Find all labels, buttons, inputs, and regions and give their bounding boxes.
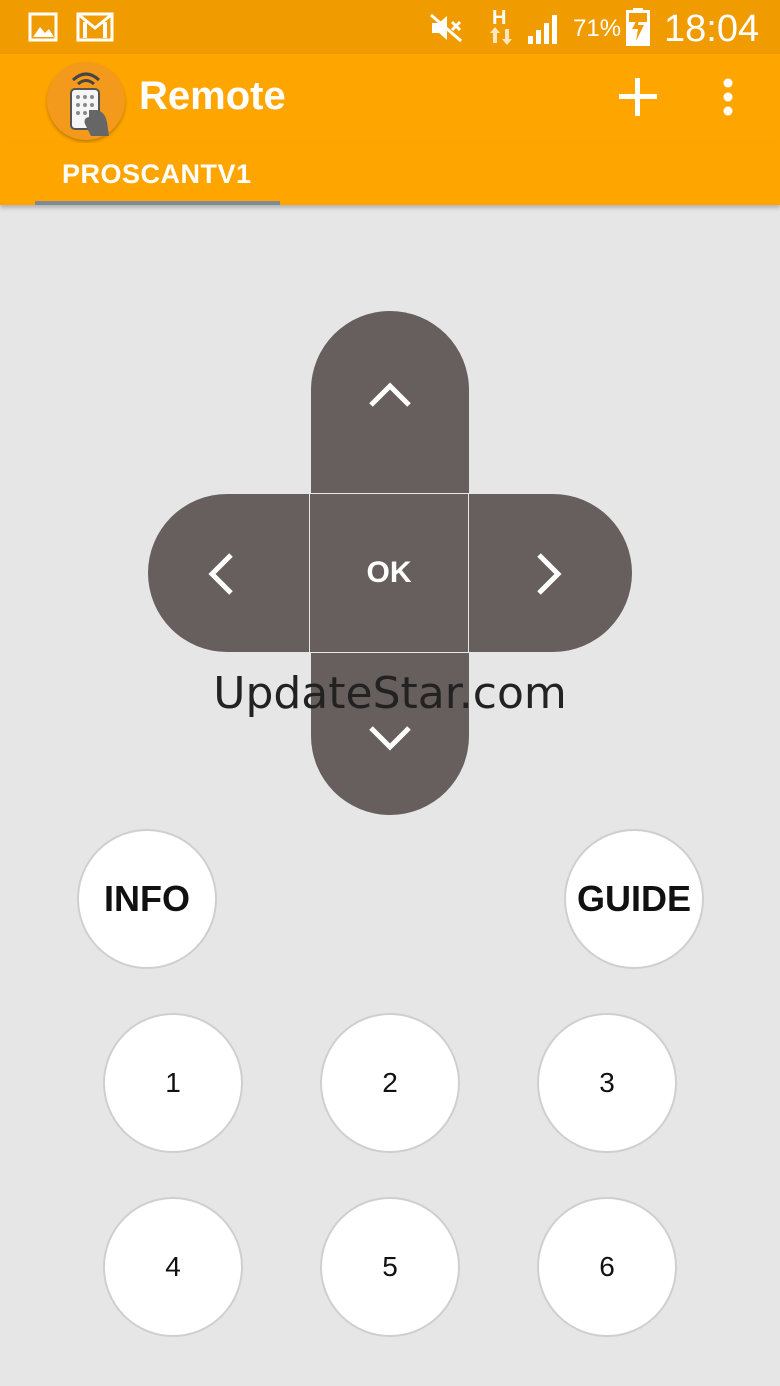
number-label: 4: [165, 1251, 181, 1282]
number-button-3[interactable]: 3: [537, 1013, 677, 1153]
network-type-label: H: [492, 7, 507, 29]
number-button-2[interactable]: 2: [320, 1013, 460, 1153]
guide-button[interactable]: GUIDE: [564, 829, 704, 969]
tab-label: PROSCANTV1: [62, 159, 252, 189]
gmail-icon: [76, 12, 114, 42]
action-bar: Remote: [0, 54, 780, 143]
dpad-up-button[interactable]: [311, 311, 469, 494]
chevron-left-icon: [208, 553, 233, 595]
number-label: 3: [599, 1067, 615, 1098]
clock: 18:04: [664, 8, 760, 50]
watermark: UpdateStar.com: [213, 668, 567, 719]
chevron-down-icon: [369, 726, 411, 751]
number-button-1[interactable]: 1: [103, 1013, 243, 1153]
dpad-right-button[interactable]: [469, 494, 632, 652]
info-label: INFO: [104, 878, 190, 919]
chevron-up-icon: [369, 382, 411, 407]
ok-label: OK: [366, 556, 412, 589]
number-button-4[interactable]: 4: [103, 1197, 243, 1337]
app-title: Remote: [139, 74, 286, 118]
guide-label: GUIDE: [576, 878, 691, 919]
status-bar: H 71% 18:04: [0, 0, 780, 54]
tab-selected-indicator: [35, 201, 280, 205]
signal-icon: [528, 15, 557, 44]
number-button-5[interactable]: 5: [320, 1197, 460, 1337]
network-arrows-icon: [490, 27, 512, 45]
number-label: 1: [165, 1067, 181, 1098]
number-label: 5: [382, 1251, 398, 1282]
dpad-left-button[interactable]: [148, 494, 311, 652]
tab-bar: PROSCANTV1: [0, 143, 780, 205]
remote-app-logo-icon[interactable]: [47, 62, 125, 140]
add-icon[interactable]: [615, 74, 661, 120]
battery-charging-icon: [626, 8, 650, 46]
number-label: 6: [599, 1251, 615, 1282]
dpad-ok-button[interactable]: OK: [309, 493, 469, 653]
gallery-icon: [28, 12, 58, 42]
battery-percent: 71%: [573, 15, 622, 42]
number-label: 2: [382, 1067, 398, 1098]
number-button-6[interactable]: 6: [537, 1197, 677, 1337]
chevron-right-icon: [537, 553, 562, 595]
mute-icon: [430, 13, 462, 43]
overflow-menu-icon[interactable]: [714, 74, 742, 120]
info-button[interactable]: INFO: [77, 829, 217, 969]
tab-proscantv1[interactable]: PROSCANTV1: [35, 143, 280, 205]
